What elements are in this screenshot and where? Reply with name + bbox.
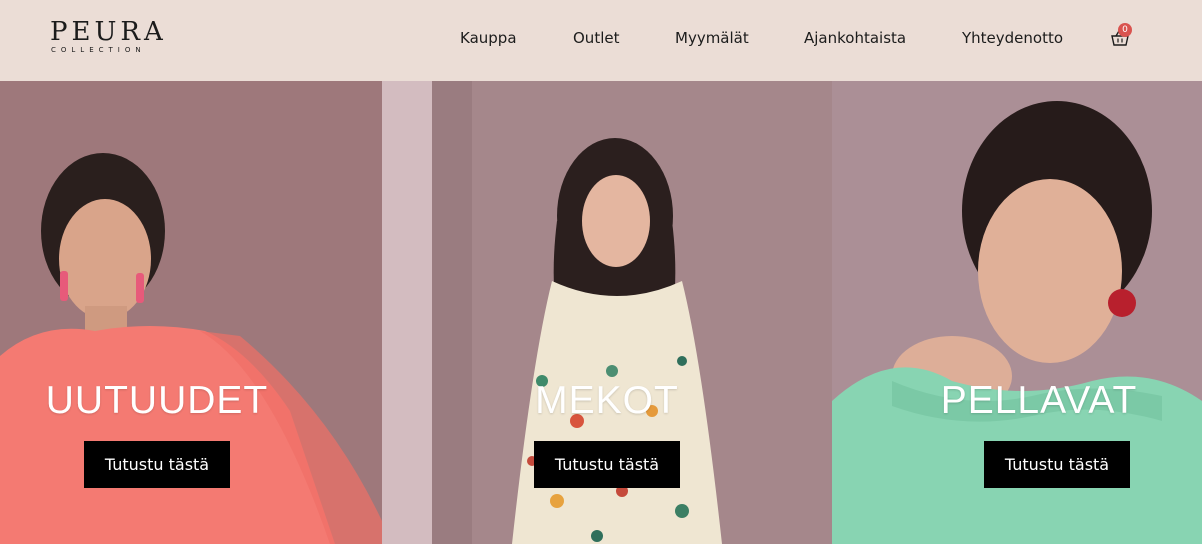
category-panel-mekot[interactable]: MEKOT Tutustu tästä (382, 81, 832, 544)
nav-item-outlet[interactable]: Outlet (573, 29, 619, 47)
panel-title: UUTUUDET (45, 379, 269, 422)
nav-item-kauppa[interactable]: Kauppa (460, 29, 517, 47)
explore-button[interactable]: Tutustu tästä (984, 441, 1130, 488)
brand-name: PEURA (50, 17, 167, 47)
explore-button[interactable]: Tutustu tästä (534, 441, 680, 488)
brand-sub: COLLECTION (51, 46, 146, 54)
nav-item-ajankohtaista[interactable]: Ajankohtaista (804, 29, 906, 47)
nav-item-yhteydenotto[interactable]: Yhteydenotto (962, 29, 1063, 47)
panel-title: PELLAVAT (940, 379, 1138, 422)
explore-button[interactable]: Tutustu tästä (84, 441, 230, 488)
brand-logo[interactable]: PEURA COLLECTION (50, 18, 170, 58)
category-panel-uutuudet[interactable]: UUTUUDET Tutustu tästä (0, 81, 382, 544)
cart-count-badge: 0 (1118, 23, 1132, 37)
category-panel-pellavat[interactable]: PELLAVAT Tutustu tästä (832, 81, 1202, 544)
panel-title: MEKOT (535, 379, 679, 422)
nav-item-myymalat[interactable]: Myymälät (675, 29, 749, 47)
site-header: PEURA COLLECTION Kauppa Outlet Myymälät … (0, 0, 1202, 81)
